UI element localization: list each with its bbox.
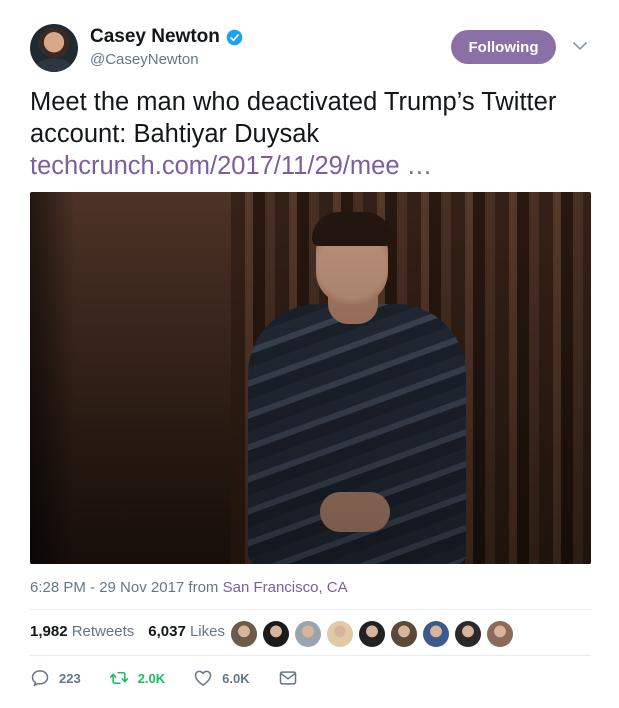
- tweet-text: Meet the man who deactivated Trump’s Twi…: [30, 88, 557, 148]
- likers-avatars: [231, 621, 513, 647]
- liker-avatar[interactable]: [263, 621, 289, 647]
- liker-avatar[interactable]: [455, 621, 481, 647]
- like-count: 6.0K: [222, 670, 250, 686]
- tweet-photo[interactable]: [30, 192, 591, 564]
- retweets-label: Retweets: [71, 623, 135, 640]
- tweet-location[interactable]: San Francisco, CA: [223, 579, 348, 596]
- author-avatar[interactable]: [30, 24, 78, 72]
- direct-message-action[interactable]: [278, 668, 298, 688]
- liker-avatar[interactable]: [487, 621, 513, 647]
- liker-avatar[interactable]: [295, 621, 321, 647]
- reply-count: 223: [59, 670, 81, 686]
- retweets-stat[interactable]: 1,982 Retweets: [30, 623, 134, 640]
- retweet-action[interactable]: 2.0K: [109, 668, 165, 688]
- following-button[interactable]: Following: [451, 30, 556, 64]
- envelope-icon: [279, 671, 296, 685]
- likes-stat[interactable]: 6,037 Likes: [148, 623, 225, 640]
- likes-label: Likes: [189, 623, 225, 640]
- chevron-down-icon[interactable]: [572, 40, 588, 52]
- liker-avatar[interactable]: [391, 621, 417, 647]
- author-name-row: Casey Newton: [90, 26, 243, 48]
- divider: [30, 655, 591, 656]
- tweet-actions: 223 2.0K 6.0K: [30, 668, 326, 688]
- tweet-meta: 6:28 PM - 29 Nov 2017 from San Francisco…: [30, 579, 348, 596]
- author-name[interactable]: Casey Newton: [90, 26, 220, 48]
- like-action[interactable]: 6.0K: [193, 668, 250, 688]
- liker-avatar[interactable]: [231, 621, 257, 647]
- tweet-timestamp[interactable]: 6:28 PM - 29 Nov 2017 from: [30, 579, 223, 596]
- avatar-shirt: [36, 58, 72, 72]
- divider: [30, 609, 591, 610]
- liker-avatar[interactable]: [359, 621, 385, 647]
- engagement-stats: 1,982 Retweets 6,037 Likes: [30, 623, 239, 640]
- reply-icon: [31, 670, 49, 687]
- liker-avatar[interactable]: [423, 621, 449, 647]
- retweet-icon: [109, 671, 128, 685]
- retweets-count: 1,982: [30, 623, 68, 640]
- photo-shade: [30, 192, 591, 564]
- liker-avatar[interactable]: [327, 621, 353, 647]
- heart-icon: [194, 670, 212, 686]
- retweet-count: 2.0K: [137, 670, 166, 686]
- author-handle[interactable]: @CaseyNewton: [90, 51, 199, 68]
- reply-action[interactable]: 223: [30, 668, 81, 688]
- verified-badge-icon: [226, 29, 243, 45]
- tweet-link[interactable]: techcrunch.com/2017/11/29/mee …: [30, 150, 432, 182]
- likes-count: 6,037: [148, 623, 186, 640]
